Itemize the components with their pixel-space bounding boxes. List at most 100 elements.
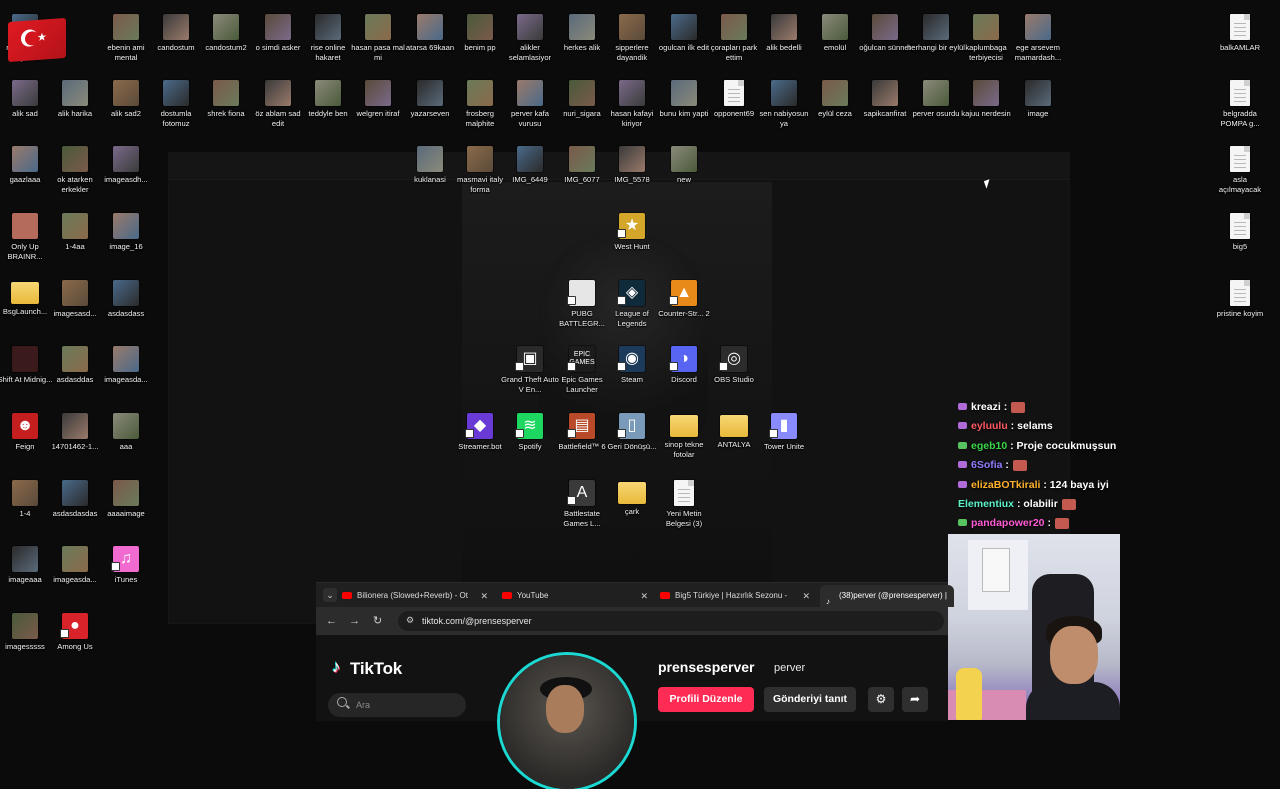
image-thumbnail-icon — [315, 14, 341, 40]
desktop-icon[interactable]: oğulcan sünnet — [856, 14, 914, 53]
tab-tiktok[interactable]: ♪(38)perver (@prensesperver) | — [820, 585, 954, 607]
desktop-icon[interactable]: ▲ Counter-Str... 2 — [655, 280, 713, 319]
shortcut-arrow-icon — [669, 362, 678, 371]
desktop-icon[interactable]: IMG_6449 — [501, 146, 559, 185]
desktop-icon[interactable]: hasan kafayi kiriyor — [603, 80, 661, 128]
desktop-icon[interactable]: imageasdh... — [97, 146, 155, 185]
desktop-icon[interactable]: sen nabiyosun ya — [755, 80, 813, 128]
tab-big5[interactable]: Big5 Türkiye | Hazırlık Sezonu - ✕ — [660, 585, 814, 607]
image-thumbnail-icon — [417, 14, 443, 40]
tiktok-logo[interactable]: TikTok — [332, 657, 402, 679]
tab-youtube[interactable]: YouTube ✕ — [502, 585, 652, 607]
desktop-icon[interactable]: big5 — [1211, 213, 1269, 252]
desktop-icon[interactable]: shrek fiona — [197, 80, 255, 119]
desktop-icon[interactable]: 1-4aa — [46, 213, 104, 252]
forward-icon[interactable]: → — [349, 614, 360, 628]
desktop-icon[interactable]: ▮ Tower Unite — [755, 413, 813, 452]
desktop-icon[interactable]: çark — [603, 480, 661, 517]
shortcut-arrow-icon — [567, 496, 576, 505]
desktop-icon[interactable]: aaa — [97, 413, 155, 452]
desktop-icon[interactable]: image_16 — [97, 213, 155, 252]
desktop-icon[interactable]: candostum2 — [197, 14, 255, 53]
figure-toy — [956, 668, 982, 720]
desktop-icon[interactable]: imageasda... — [97, 346, 155, 385]
desktop-icon[interactable]: aaaaimage — [97, 480, 155, 519]
desktop-icon[interactable]: alikler selamlasiyor — [501, 14, 559, 62]
desktop-icon[interactable]: hasan pasa mal mi — [349, 14, 407, 62]
desktop-icon[interactable]: ● Among Us — [46, 613, 104, 652]
desktop-icon[interactable]: Yeni Metin Belgesi (3) — [655, 480, 713, 528]
desktop-icon-label: Counter-Str... 2 — [658, 309, 710, 318]
image-thumbnail-icon — [12, 613, 38, 639]
desktop-icon[interactable]: alik harika — [46, 80, 104, 119]
image-thumbnail-icon — [1025, 14, 1051, 40]
back-icon[interactable]: ← — [326, 614, 337, 628]
image-thumbnail-icon — [417, 146, 443, 172]
profile-avatar[interactable] — [500, 655, 634, 789]
close-icon[interactable]: ✕ — [480, 585, 488, 607]
desktop-icon-label: sipperlere dayandik — [615, 43, 649, 62]
desktop-icon-label: asla açılmayacak — [1218, 175, 1262, 194]
desktop-icon[interactable]: balkAMLAR — [1211, 14, 1269, 53]
desktop-icon[interactable]: ♫ iTunes — [97, 546, 155, 585]
badge-icon — [958, 422, 967, 430]
desktop-icon[interactable]: perver kafa vurusu — [501, 80, 559, 128]
desktop-icon[interactable]: asdasdass — [97, 280, 155, 319]
chat-message: egeb10 : Proje cocukmuşsun — [958, 437, 1258, 456]
close-icon[interactable]: ✕ — [802, 585, 810, 607]
desktop-icon[interactable]: 14701462-1... — [46, 413, 104, 452]
desktop-icon[interactable]: kaplumbaga terbiyecisi — [957, 14, 1015, 62]
desktop-icon[interactable]: alik bedelli — [755, 14, 813, 53]
desktop-icon-label: aaa — [119, 442, 133, 451]
desktop-icon[interactable]: imageasda... — [46, 546, 104, 585]
image-thumbnail-icon — [113, 480, 139, 506]
desktop-icon[interactable]: welgren itiraf — [349, 80, 407, 119]
desktop-icon[interactable]: IMG_5578 — [603, 146, 661, 185]
desktop-icon[interactable]: ok atarken erkekler — [46, 146, 104, 194]
share-icon[interactable]: ➦ — [902, 687, 928, 712]
desktop-icon[interactable]: ege arsevem mamardash... — [1009, 14, 1067, 62]
desktop-icon[interactable]: ★ West Hunt — [603, 213, 661, 252]
desktop-icon[interactable]: ◉ Steam — [603, 346, 661, 385]
browser-window: ⌄ Bilionera (Slowed+Reverb) - Ot ✕ YouTub… — [316, 582, 954, 789]
image-thumbnail-icon — [517, 146, 543, 172]
desktop-icon-label: image_16 — [109, 242, 143, 251]
tiktok-icon: ♪ — [826, 597, 830, 607]
desktop-icon[interactable]: imagesasd... — [46, 280, 104, 319]
desktop-icon[interactable]: new — [655, 146, 713, 185]
desktop-icon[interactable]: sapikcanfirat — [856, 80, 914, 119]
shortcut-arrow-icon — [465, 429, 474, 438]
desktop-icon-label: balkAMLAR — [1219, 43, 1261, 52]
image-thumbnail-icon — [771, 14, 797, 40]
tiktok-search[interactable]: Ara — [328, 693, 466, 717]
desktop-icon[interactable]: pristine koyim — [1211, 280, 1269, 319]
edit-profile-button[interactable]: Profili Düzenle — [658, 687, 754, 712]
desktop-icon[interactable]: image — [1009, 80, 1067, 119]
image-thumbnail-icon — [62, 546, 88, 572]
desktop-icon-label: hasan pasa mal mi — [351, 43, 405, 62]
desktop-icon[interactable]: ◎ OBS Studio — [705, 346, 763, 385]
reload-icon[interactable]: ↻ — [373, 614, 382, 628]
promote-post-button[interactable]: Gönderiyi tanıt — [764, 687, 856, 712]
desktop-icon[interactable]: ≋ Spotify — [501, 413, 559, 452]
settings-gear-icon[interactable]: ⚙ — [868, 687, 894, 712]
desktop-icon[interactable]: asla açılmayacak — [1211, 146, 1269, 194]
desktop-icon-label: oğulcan sünnet — [859, 43, 911, 52]
desktop-icon[interactable]: ◈ League of Legends — [603, 280, 661, 328]
desktop-icon[interactable]: asdasdasdas — [46, 480, 104, 519]
shortcut-arrow-icon — [617, 229, 626, 238]
emote-icon — [1054, 518, 1069, 530]
desktop-icon[interactable]: sipperlere dayandik — [603, 14, 661, 62]
desktop-icon[interactable]: kajuu nerdesin — [957, 80, 1015, 119]
tab-list-dropdown[interactable]: ⌄ — [323, 588, 337, 602]
desktop-icon[interactable]: ▣ Grand Theft Auto V En... — [501, 346, 559, 394]
url-field[interactable]: ⚙ tiktok.com/@prensesperver — [398, 611, 944, 631]
desktop-icon[interactable]: asdasddas — [46, 346, 104, 385]
tab-bilionera[interactable]: Bilionera (Slowed+Reverb) - Ot ✕ — [342, 585, 492, 607]
desktop-icon[interactable]: ▯ Geri Dönüşü... — [603, 413, 661, 452]
image-thumbnail-icon — [973, 14, 999, 40]
desktop-icon[interactable]: belgradda POMPA g... — [1211, 80, 1269, 128]
site-settings-icon[interactable]: ⚙ — [406, 615, 414, 626]
close-icon[interactable]: ✕ — [640, 585, 648, 607]
badge-icon — [958, 441, 967, 449]
